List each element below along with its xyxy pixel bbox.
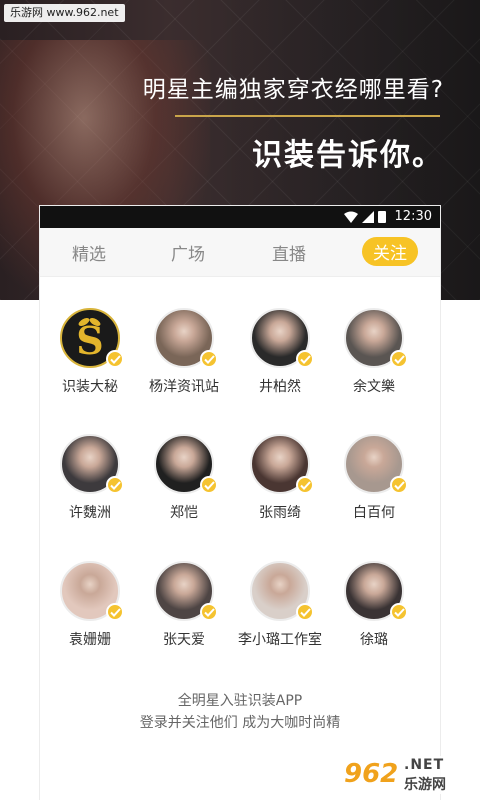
celebrity-name: 余文樂 (353, 379, 395, 395)
verified-check-icon (296, 476, 314, 494)
status-bar: 12:30 (40, 206, 440, 228)
celebrity-name: 李小璐工作室 (238, 632, 322, 648)
verified-check-icon (296, 603, 314, 621)
verified-check-icon (296, 350, 314, 368)
tab-bar: 精选 广场 直播 关注 (40, 228, 440, 277)
watermark-site-name: 乐游网 (404, 777, 446, 793)
celebrity-name: 杨洋资讯站 (149, 379, 219, 395)
wifi-icon (344, 211, 358, 223)
banner-divider (175, 115, 440, 117)
verified-check-icon (200, 603, 218, 621)
celebrity-name: 张天爱 (163, 632, 205, 648)
tab-following[interactable]: 关注 (362, 237, 418, 266)
verified-check-icon (390, 603, 408, 621)
verified-check-icon (390, 476, 408, 494)
banner-slogan: 识装告诉你。 (252, 138, 444, 173)
footer-line-1: 全明星入驻识装APP (177, 693, 303, 709)
signal-icon (362, 211, 374, 223)
tab-live[interactable]: 直播 (272, 240, 306, 265)
celebrity-name: 张雨绮 (259, 505, 301, 521)
tab-selected[interactable]: 精选 (72, 240, 106, 265)
battery-icon (378, 211, 386, 223)
celebrity-name: 徐璐 (360, 632, 388, 648)
celebrity-name: 井柏然 (259, 379, 301, 395)
banner-headline: 明星主编独家穿衣经哪里看? (142, 77, 444, 103)
verified-check-icon (390, 350, 408, 368)
celebrity-name: 许魏洲 (69, 505, 111, 521)
watermark-number: 962 (344, 759, 399, 789)
verified-check-icon (106, 350, 124, 368)
site-watermark-bottom: 962 .NET 乐游网 (338, 756, 474, 794)
tab-square[interactable]: 广场 (171, 240, 205, 265)
verified-check-icon (200, 476, 218, 494)
celebrity-name: 白百何 (353, 505, 395, 521)
footer-line-2: 登录并关注他们 成为大咖时尚精 (139, 715, 341, 731)
verified-check-icon (106, 476, 124, 494)
celebrity-name: 袁姗姗 (69, 632, 111, 648)
verified-check-icon (200, 350, 218, 368)
site-watermark-top: 乐游网 www.962.net (4, 4, 125, 22)
celebrity-name: 郑恺 (170, 505, 198, 521)
verified-check-icon (106, 603, 124, 621)
phone-screen: 12:30 精选 广场 直播 关注 S 识装大秘 杨洋资讯站 井柏然 余文樂 许魏洲 郑恺张… (40, 206, 440, 800)
celebrity-name: 识装大秘 (62, 379, 118, 395)
watermark-domain: .NET (404, 757, 445, 773)
status-time: 12:30 (394, 209, 432, 224)
